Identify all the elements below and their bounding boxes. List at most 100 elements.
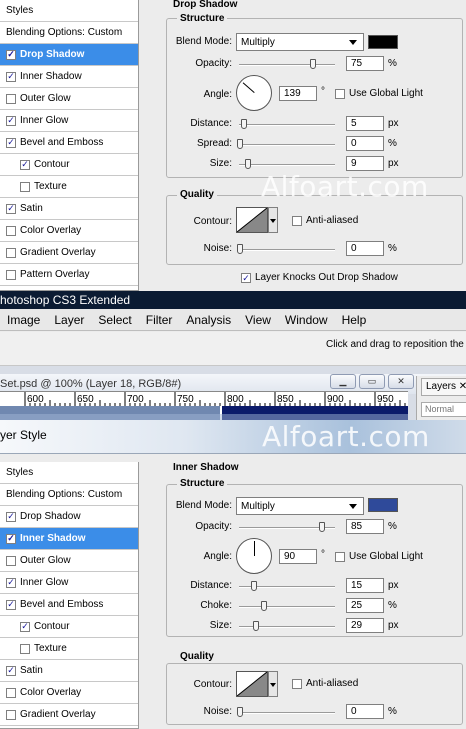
opacity-slider-thumb[interactable] — [310, 59, 316, 69]
opacity-slider-thumb[interactable] — [319, 522, 325, 532]
style-item-blending-options-custom[interactable]: Blending Options: Custom — [0, 484, 138, 506]
style-item-gradient-overlay[interactable]: Gradient Overlay — [0, 704, 138, 726]
style-item-pattern-overlay[interactable]: Pattern Overlay — [0, 264, 138, 286]
style-item-drop-shadow[interactable]: ✓ Drop Shadow — [0, 506, 138, 528]
knockout-checkbox[interactable]: ✓ — [241, 273, 251, 283]
noise-slider[interactable] — [239, 712, 335, 714]
style-item-contour[interactable]: ✓ Contour — [0, 616, 138, 638]
style-item-satin[interactable]: ✓ Satin — [0, 198, 138, 220]
spread-slider[interactable] — [239, 144, 335, 146]
style-item-blending-options-custom[interactable]: Blending Options: Custom — [0, 22, 138, 44]
style-item-texture[interactable]: Texture — [0, 638, 138, 660]
menu-analysis[interactable]: Analysis — [179, 313, 238, 327]
distance-slider[interactable] — [239, 124, 335, 126]
style-checkbox[interactable] — [6, 269, 16, 280]
style-item-inner-glow[interactable]: ✓ Inner Glow — [0, 572, 138, 594]
style-checkbox[interactable]: ✓ — [6, 511, 16, 522]
restore-button[interactable]: ▭ — [359, 374, 385, 389]
shadow-color-swatch[interactable] — [368, 498, 398, 512]
blend-mode-select[interactable]: Multiply — [236, 497, 364, 515]
style-item-drop-shadow[interactable]: ✓ Drop Shadow — [0, 44, 138, 66]
global-light-checkbox[interactable] — [335, 89, 345, 99]
angle-dial[interactable] — [236, 75, 272, 111]
style-item-bevel-and-emboss[interactable]: ✓ Bevel and Emboss — [0, 594, 138, 616]
size-slider[interactable] — [239, 164, 335, 166]
choke-slider-thumb[interactable] — [261, 601, 267, 611]
angle-field[interactable]: 139 — [279, 86, 317, 101]
style-checkbox[interactable]: ✓ — [6, 599, 16, 610]
style-item-outer-glow[interactable]: Outer Glow — [0, 550, 138, 572]
style-checkbox[interactable] — [6, 93, 16, 104]
style-checkbox[interactable]: ✓ — [6, 577, 16, 588]
style-checkbox[interactable] — [6, 247, 16, 258]
size-field[interactable]: 29 — [346, 618, 384, 633]
style-checkbox[interactable] — [20, 643, 30, 654]
menu-layer[interactable]: Layer — [47, 313, 91, 327]
angle-field[interactable]: 90 — [279, 549, 317, 564]
blend-mode-dropdown[interactable]: Normal — [421, 402, 466, 417]
style-checkbox[interactable]: ✓ — [20, 159, 30, 170]
style-checkbox[interactable] — [20, 181, 30, 192]
menu-image[interactable]: Image — [0, 313, 47, 327]
style-checkbox[interactable]: ✓ — [6, 115, 16, 126]
style-item-inner-shadow[interactable]: ✓ Inner Shadow — [0, 528, 138, 550]
spread-field[interactable]: 0 — [346, 136, 384, 151]
style-item-color-overlay[interactable]: Color Overlay — [0, 682, 138, 704]
distance-field[interactable]: 15 — [346, 578, 384, 593]
distance-slider-thumb[interactable] — [251, 581, 257, 591]
choke-field[interactable]: 25 — [346, 598, 384, 613]
style-item-gradient-overlay[interactable]: Gradient Overlay — [0, 242, 138, 264]
global-light-checkbox[interactable] — [335, 552, 345, 562]
size-slider-thumb[interactable] — [245, 159, 251, 169]
style-item-inner-glow[interactable]: ✓ Inner Glow — [0, 110, 138, 132]
choke-slider[interactable] — [239, 606, 335, 608]
style-item-satin[interactable]: ✓ Satin — [0, 660, 138, 682]
angle-dial[interactable] — [236, 538, 272, 574]
opacity-field[interactable]: 85 — [346, 519, 384, 534]
style-checkbox[interactable] — [6, 687, 16, 698]
style-checkbox[interactable]: ✓ — [20, 621, 30, 632]
style-item-color-overlay[interactable]: Color Overlay — [0, 220, 138, 242]
opacity-slider[interactable] — [239, 64, 335, 66]
style-item-outer-glow[interactable]: Outer Glow — [0, 88, 138, 110]
menu-filter[interactable]: Filter — [139, 313, 180, 327]
anti-aliased-checkbox[interactable] — [292, 216, 302, 226]
menu-window[interactable]: Window — [278, 313, 335, 327]
noise-field[interactable]: 0 — [346, 241, 384, 256]
style-item-texture[interactable]: Texture — [0, 176, 138, 198]
style-checkbox[interactable] — [6, 709, 16, 720]
style-checkbox[interactable] — [6, 225, 16, 236]
noise-field[interactable]: 0 — [346, 704, 384, 719]
close-icon[interactable]: ✕ — [459, 381, 466, 392]
style-checkbox[interactable]: ✓ — [6, 533, 16, 544]
contour-preview[interactable] — [236, 207, 268, 233]
menu-help[interactable]: Help — [335, 313, 374, 327]
size-field[interactable]: 9 — [346, 156, 384, 171]
style-item-contour[interactable]: ✓ Contour — [0, 154, 138, 176]
blend-mode-select[interactable]: Multiply — [236, 33, 364, 51]
style-checkbox[interactable]: ✓ — [6, 71, 16, 82]
distance-slider-thumb[interactable] — [241, 119, 247, 129]
style-item-inner-shadow[interactable]: ✓ Inner Shadow — [0, 66, 138, 88]
contour-preview[interactable] — [236, 671, 268, 697]
menu-view[interactable]: View — [238, 313, 278, 327]
contour-dropdown-button[interactable] — [268, 207, 278, 233]
distance-field[interactable]: 5 — [346, 116, 384, 131]
style-checkbox[interactable]: ✓ — [6, 49, 16, 60]
menu-select[interactable]: Select — [91, 313, 138, 327]
noise-slider[interactable] — [239, 249, 335, 251]
layers-tab[interactable]: Layers ✕ — [421, 378, 466, 396]
anti-aliased-checkbox[interactable] — [292, 679, 302, 689]
noise-slider-thumb[interactable] — [237, 244, 243, 254]
style-checkbox[interactable]: ✓ — [6, 203, 16, 214]
close-button[interactable]: ✕ — [388, 374, 414, 389]
style-item-styles[interactable]: Styles — [0, 0, 138, 22]
style-item-bevel-and-emboss[interactable]: ✓ Bevel and Emboss — [0, 132, 138, 154]
size-slider-thumb[interactable] — [253, 621, 259, 631]
noise-slider-thumb[interactable] — [237, 707, 243, 717]
style-checkbox[interactable]: ✓ — [6, 665, 16, 676]
minimize-button[interactable]: ▁ — [330, 374, 356, 389]
style-item-styles[interactable]: Styles — [0, 462, 138, 484]
style-checkbox[interactable]: ✓ — [6, 137, 16, 148]
contour-dropdown-button[interactable] — [268, 671, 278, 697]
